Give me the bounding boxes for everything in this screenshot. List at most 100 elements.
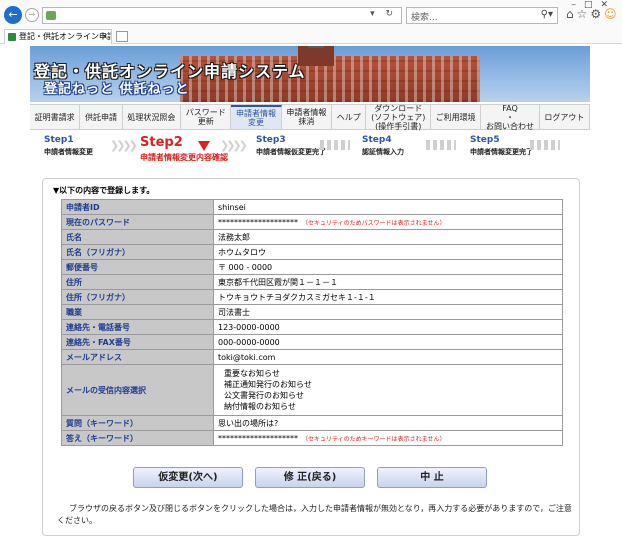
menu-item[interactable]: パスワード 更新	[181, 105, 232, 129]
building-dome	[308, 46, 324, 48]
menu-item[interactable]: ヘルプ	[332, 105, 367, 129]
field-label: 氏名	[61, 229, 214, 245]
step-description: 申請者情報変更完了	[470, 148, 533, 156]
field-value: 〒 000 - 0000	[213, 259, 563, 275]
field-value: ホウムタロウ	[213, 244, 563, 260]
next-button[interactable]: 仮変更(次へ)	[133, 467, 243, 488]
site-subtitle: 登記ねっと 供託ねっと	[44, 82, 190, 97]
list-item: 重要なお知らせ	[224, 369, 280, 378]
field-label: 氏名（フリガナ）	[61, 244, 214, 260]
close-tab-icon[interactable]: ×	[101, 30, 108, 44]
field-value: ******************** （セキュリティのためパスワードは表示され…	[213, 214, 563, 230]
address-bar-controls[interactable]: ▾ ↻	[370, 9, 397, 19]
menu-item[interactable]: ログアウト	[540, 105, 591, 129]
table-row: 連絡先・FAX番号 000-0000-0000	[61, 334, 563, 350]
field-value: 思い出の場所は?	[213, 415, 563, 431]
list-item: 公文書発行のお知らせ	[224, 391, 304, 400]
step-2-current: Step2 申請者情報変更内容確認	[140, 135, 228, 163]
field-label: 連絡先・電話番号	[61, 319, 214, 335]
address-bar[interactable]: ▾ ↻	[42, 7, 402, 24]
applicant-info-table: 申請者ID shinsei 現在のパスワード *****************…	[61, 199, 563, 446]
menu-item[interactable]: ダウンロード (ソフトウェア) (操作手引書)	[366, 104, 431, 131]
table-row: 住所 東京都千代田区霞が関１－１－１	[61, 274, 563, 290]
field-label: 職業	[61, 304, 214, 320]
new-tab-button[interactable]	[116, 31, 128, 42]
mail-subscription-list: 重要なお知らせ 補正通知発行のお知らせ 公文書発行のお知らせ 納付情報のお知らせ	[218, 365, 558, 415]
table-row: 現在のパスワード ******************** （セキュリティのためパ…	[61, 214, 563, 230]
step-label: Step3	[256, 135, 286, 145]
back-arrow-icon[interactable]: ←	[4, 6, 22, 24]
step-description: 申請者情報変更	[44, 148, 93, 156]
forward-arrow-icon[interactable]: →	[25, 8, 39, 22]
field-value: トウキョウトチヨダクカスミガセキ１-１-１	[213, 289, 563, 305]
intro-text: ▼以下の内容で登録します。	[53, 186, 155, 195]
step-3: Step3 申請者情報仮変更完了	[256, 135, 326, 157]
menu-item[interactable]: ご利用環境	[431, 105, 482, 129]
step-description: 申請者情報変更内容確認	[140, 153, 228, 162]
table-row: 職業 司法書士	[61, 304, 563, 320]
menu-item[interactable]: 処理状況照会	[123, 105, 182, 129]
menu-item[interactable]: FAQ ・ お問い合わせ	[481, 104, 540, 131]
table-row: 氏名 法務太郎	[61, 229, 563, 245]
table-row: メールの受信内容選択 重要なお知らせ 補正通知発行のお知らせ 公文書発行のお知ら…	[61, 364, 563, 416]
step-5: Step5 申請者情報変更完了	[470, 135, 533, 157]
field-label: メールの受信内容選択	[61, 364, 214, 416]
current-step-marker-icon	[198, 141, 210, 151]
masked-password: ********************	[218, 217, 298, 227]
field-value: 重要なお知らせ 補正通知発行のお知らせ 公文書発行のお知らせ 納付情報のお知らせ	[213, 364, 563, 416]
step-description: 認証情報入力	[362, 148, 404, 156]
field-label: 現在のパスワード	[61, 214, 214, 230]
masked-keyword: ********************	[218, 433, 298, 443]
window-controls[interactable]: –□✕	[571, 0, 616, 10]
step-chevron-icon: ❯❯❯❯	[220, 139, 248, 152]
field-value: 000-0000-0000	[213, 334, 563, 350]
step-1: Step1 申請者情報変更	[44, 135, 93, 157]
field-value: 東京都千代田区霞が関１－１－１	[213, 274, 563, 290]
step-chevron-icon: ❯❯❯❯	[110, 139, 138, 152]
field-value: toki@toki.com	[213, 349, 563, 365]
cancel-button[interactable]: 中 止	[377, 467, 487, 488]
browser-tab[interactable]: 登記・供託オンライン申請シス... ×	[4, 29, 112, 44]
step-description: 申請者情報仮変更完了	[256, 148, 326, 156]
menu-item[interactable]: 証明書請求	[30, 105, 81, 129]
table-row: 申請者ID shinsei	[61, 199, 563, 215]
search-placeholder: 検索...	[411, 13, 438, 23]
table-row: 氏名（フリガナ） ホウムタロウ	[61, 244, 563, 260]
table-row: 郵便番号 〒 000 - 0000	[61, 259, 563, 275]
field-label: 住所	[61, 274, 214, 290]
field-label: 答え（キーワード）	[61, 430, 214, 446]
menu-item[interactable]: 申請者情報 変更	[231, 105, 282, 129]
action-buttons: 仮変更(次へ) 修 正(戻る) 中 止	[133, 467, 493, 489]
menu-item[interactable]: 申請者情報 抹消	[282, 105, 333, 129]
list-item: 納付情報のお知らせ	[224, 402, 296, 411]
field-label: 申請者ID	[61, 199, 214, 215]
footer-warning: ブラウザの戻るボタン及び閉じるボタンをクリックした場合は，入力した申請者情報が無…	[57, 504, 572, 525]
security-note: （セキュリティのためパスワードは表示されません）	[302, 219, 446, 227]
browser-search-box[interactable]: 検索... ⚲▾	[406, 7, 558, 24]
table-row: メールアドレス toki@toki.com	[61, 349, 563, 365]
site-header-banner: 登記・供託オンライン申請システム 登記ねっと 供託ねっと	[30, 46, 590, 102]
menu-item[interactable]: 供託申請	[80, 105, 123, 129]
tab-strip: 登記・供託オンライン申請シス... ×	[0, 28, 622, 44]
modify-back-button[interactable]: 修 正(戻る)	[255, 467, 365, 488]
field-label: 連絡先・FAX番号	[61, 334, 214, 350]
step-label: Step4	[362, 135, 392, 145]
tab-title: 登記・供託オンライン申請シス...	[19, 32, 112, 41]
step-progress-bars	[426, 140, 456, 150]
step-label: Step2	[140, 135, 183, 150]
field-value: 司法書士	[213, 304, 563, 320]
field-label: 郵便番号	[61, 259, 214, 275]
site-favicon-icon	[46, 11, 56, 20]
confirmation-panel: ▼以下の内容で登録します。 申請者ID shinsei 現在のパスワード ***…	[42, 178, 580, 536]
field-value: shinsei	[213, 199, 563, 215]
field-value: 123-0000-0000	[213, 319, 563, 335]
field-value: 法務太郎	[213, 229, 563, 245]
field-label: メールアドレス	[61, 349, 214, 365]
search-icon[interactable]: ⚲▾	[541, 9, 553, 20]
field-value: ******************** （セキュリティのためキーワードは表示され…	[213, 430, 563, 446]
table-row: 答え（キーワード） ******************** （セキュリティのため…	[61, 430, 563, 446]
step-progress-bars	[530, 140, 560, 150]
step-4: Step4 認証情報入力	[362, 135, 404, 157]
browser-chrome: ← → ▾ ↻ 検索... ⚲▾ ⌂☆⚙☺ –□✕ 登記・供託オンライン申請シス…	[0, 0, 622, 44]
table-row: 連絡先・電話番号 123-0000-0000	[61, 319, 563, 335]
